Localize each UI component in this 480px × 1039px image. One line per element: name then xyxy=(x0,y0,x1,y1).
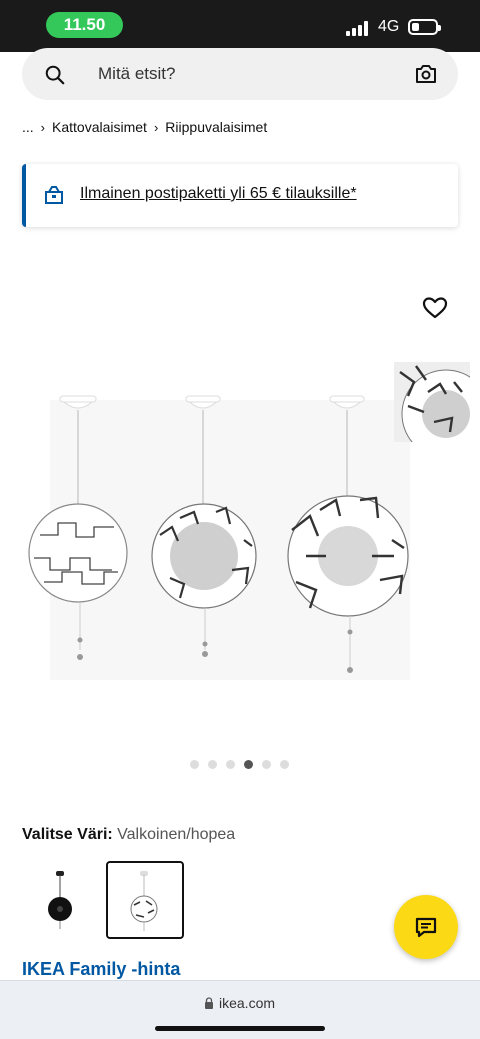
shipping-banner[interactable]: Ilmainen postipaketti yli 65 € tilauksil… xyxy=(22,164,458,227)
color-swatch-black[interactable] xyxy=(22,861,100,939)
signal-icon xyxy=(346,20,370,36)
carousel-dot[interactable] xyxy=(226,760,235,769)
chat-icon xyxy=(415,917,437,938)
banner-accent xyxy=(22,164,26,227)
carousel-dot[interactable] xyxy=(262,760,271,769)
network-label: 4G xyxy=(378,18,400,35)
home-indicator[interactable] xyxy=(155,1026,325,1031)
carousel-dot[interactable] xyxy=(280,760,289,769)
breadcrumb-ellipsis[interactable]: ... xyxy=(22,119,34,135)
status-time: 11.50 xyxy=(46,12,123,38)
carousel-dot[interactable] xyxy=(208,760,217,769)
color-select-value: Valkoinen/hopea xyxy=(117,826,236,843)
search-input[interactable] xyxy=(98,64,398,84)
browser-url-bar[interactable]: ikea.com xyxy=(0,980,480,1039)
breadcrumb-item-kattovalaisimet[interactable]: Kattovalaisimet xyxy=(52,119,147,135)
status-bar: 11.50 4G xyxy=(0,0,480,52)
color-select-label: Valitse Väri: Valkoinen/hopea xyxy=(22,826,235,844)
heart-icon[interactable] xyxy=(422,296,448,320)
chat-button[interactable] xyxy=(394,895,458,959)
truck-box-icon xyxy=(45,186,63,204)
black-lamp-thumbnail xyxy=(48,871,72,929)
url-text[interactable]: ikea.com xyxy=(219,995,275,1011)
search-icon xyxy=(45,65,65,85)
color-swatch-white-silver[interactable] xyxy=(106,861,184,939)
battery-icon xyxy=(408,19,441,35)
color-select-title: Valitse Väri: xyxy=(22,826,113,843)
carousel-dot[interactable] xyxy=(244,760,253,769)
camera-icon[interactable] xyxy=(414,62,438,86)
carousel-dots xyxy=(190,756,298,769)
carousel-dot[interactable] xyxy=(190,760,199,769)
chevron-right-icon: › xyxy=(153,120,159,135)
white-lamp-thumbnail xyxy=(130,871,158,931)
ikea-family-price-heading[interactable]: IKEA Family -hinta xyxy=(22,959,180,980)
lock-icon xyxy=(205,997,213,1009)
chevron-right-icon: › xyxy=(40,120,46,135)
breadcrumb: ... › Kattovalaisimet › Riippuvalaisimet xyxy=(22,119,267,135)
search-bar[interactable] xyxy=(22,48,458,100)
product-gallery[interactable] xyxy=(0,340,480,700)
shipping-banner-link[interactable]: Ilmainen postipaketti yli 65 € tilauksil… xyxy=(80,185,357,203)
product-image xyxy=(28,395,410,680)
product-thumbnail[interactable] xyxy=(394,362,470,442)
breadcrumb-item-riippuvalaisimet[interactable]: Riippuvalaisimet xyxy=(165,119,267,135)
